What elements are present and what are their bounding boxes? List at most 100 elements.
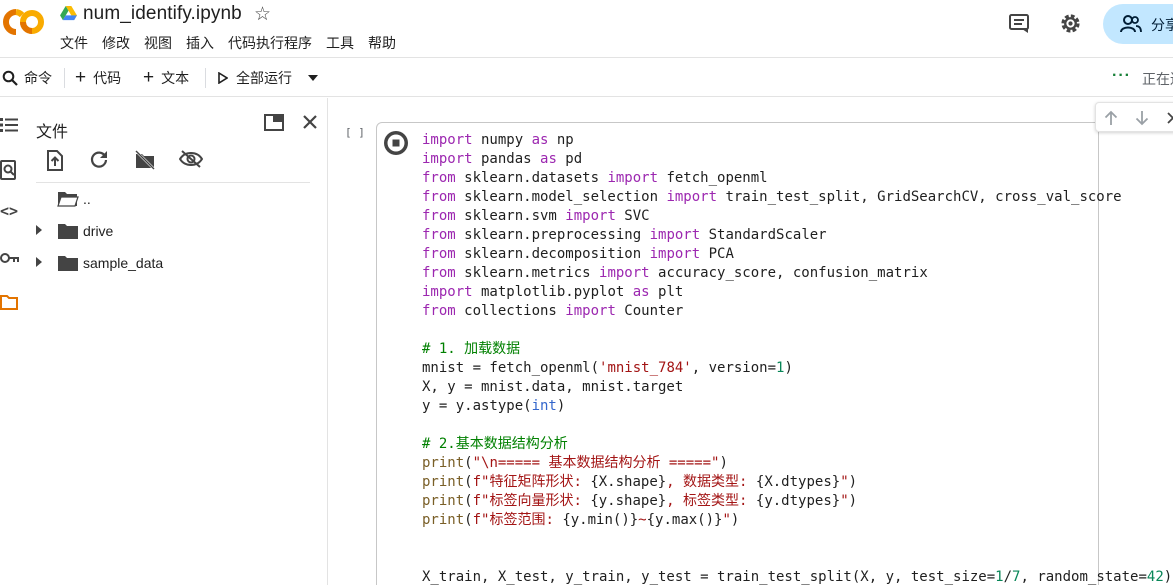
code-token: import bbox=[649, 227, 701, 243]
code-token: ) bbox=[784, 360, 793, 376]
command-palette-button[interactable]: 命令 bbox=[2, 68, 52, 88]
refresh-icon[interactable] bbox=[90, 150, 109, 169]
code-token: from bbox=[422, 189, 456, 205]
code-line[interactable]: import matplotlib.pyplot as plt bbox=[422, 283, 1172, 302]
table-of-contents-icon[interactable] bbox=[0, 117, 18, 133]
notebook-area: [ ] import numpy as np import pandas as p… bbox=[329, 98, 1173, 585]
code-line[interactable] bbox=[422, 530, 1172, 549]
code-line[interactable]: # 1. 加载数据 bbox=[422, 340, 1172, 359]
folder-open-icon bbox=[57, 192, 79, 207]
menu-file[interactable]: 文件 bbox=[58, 33, 95, 53]
code-line[interactable]: from sklearn.datasets import fetch_openm… bbox=[422, 169, 1172, 188]
code-token: " bbox=[840, 493, 849, 509]
cell-actions-icon[interactable] bbox=[1166, 110, 1173, 126]
close-icon[interactable] bbox=[302, 114, 318, 130]
code-token: {y.shape} bbox=[590, 493, 667, 509]
open-in-tab-icon[interactable] bbox=[264, 114, 284, 131]
find-replace-icon[interactable] bbox=[0, 160, 18, 180]
tree-item-parent[interactable]: .. bbox=[24, 186, 324, 212]
code-token: plt bbox=[649, 284, 684, 300]
code-line[interactable]: y = y.astype(int) bbox=[422, 397, 1172, 416]
menu-help[interactable]: 帮助 bbox=[366, 33, 403, 53]
code-line[interactable]: X, y = mnist.data, mnist.target bbox=[422, 378, 1172, 397]
code-token: X, y = mnist.data, mnist.target bbox=[422, 379, 684, 395]
code-token: pandas bbox=[472, 151, 541, 167]
code-line[interactable] bbox=[422, 321, 1172, 340]
google-drive-icon[interactable] bbox=[60, 6, 77, 21]
star-icon[interactable]: ☆ bbox=[254, 3, 271, 26]
code-token: from bbox=[422, 208, 456, 224]
code-line[interactable]: print("\n===== 基本数据结构分析 =====") bbox=[422, 454, 1172, 473]
share-button[interactable]: 分享 bbox=[1103, 4, 1173, 44]
code-line[interactable]: from sklearn.model_selection import trai… bbox=[422, 188, 1172, 207]
code-token: "\n===== 基本数据结构分析 =====" bbox=[472, 455, 720, 471]
code-line[interactable]: import pandas as pd bbox=[422, 150, 1172, 169]
settings-gear-icon[interactable] bbox=[1059, 12, 1082, 35]
code-line[interactable]: from sklearn.metrics import accuracy_sco… bbox=[422, 264, 1172, 283]
run-all-dropdown-icon[interactable] bbox=[308, 75, 318, 81]
code-token: sklearn.decomposition bbox=[455, 246, 650, 262]
add-code-button[interactable]: + 代码 bbox=[75, 68, 121, 88]
run-cell-button[interactable] bbox=[382, 129, 410, 157]
code-snippets-icon[interactable]: <> bbox=[0, 202, 18, 220]
app-header: num_identify.ipynb ☆ 文件 修改 视图 插入 代码执行程序 … bbox=[0, 0, 1173, 57]
move-cell-down-icon[interactable] bbox=[1135, 110, 1149, 126]
tree-item-label: sample_data bbox=[83, 255, 164, 271]
code-line[interactable]: from sklearn.decomposition import PCA bbox=[422, 245, 1172, 264]
code-token: PCA bbox=[700, 246, 734, 262]
menu-runtime[interactable]: 代码执行程序 bbox=[226, 33, 319, 53]
move-cell-up-icon[interactable] bbox=[1104, 110, 1118, 126]
code-token: from bbox=[422, 246, 456, 262]
menu-view[interactable]: 视图 bbox=[142, 33, 179, 53]
more-options-icon[interactable]: ··· bbox=[1112, 67, 1131, 85]
expand-arrow-icon[interactable] bbox=[36, 225, 42, 235]
connection-status[interactable]: 正在连接 bbox=[1142, 69, 1173, 89]
files-folder-icon[interactable] bbox=[0, 294, 18, 310]
code-token: , version= bbox=[691, 360, 777, 376]
code-token: as bbox=[540, 151, 557, 167]
code-line[interactable] bbox=[422, 416, 1172, 435]
add-text-button[interactable]: + 文本 bbox=[143, 68, 189, 88]
plus-icon: + bbox=[75, 67, 87, 88]
hide-files-icon[interactable] bbox=[179, 150, 203, 168]
code-token: ) bbox=[1163, 569, 1173, 585]
code-line[interactable]: print(f"标签向量形状: {y.shape}, 标签类型: {y.dtyp… bbox=[422, 492, 1172, 511]
code-line[interactable]: print(f"特征矩阵形状: {X.shape}, 数据类型: {X.dtyp… bbox=[422, 473, 1172, 492]
code-line[interactable]: mnist = fetch_openml('mnist_784', versio… bbox=[422, 359, 1172, 378]
code-token: 'mnist_784' bbox=[599, 360, 692, 376]
code-token: f"标签范围: bbox=[472, 512, 563, 528]
secrets-key-icon[interactable] bbox=[0, 251, 20, 265]
code-line[interactable]: from sklearn.preprocessing import Standa… bbox=[422, 226, 1172, 245]
code-line[interactable]: X_train, X_test, y_train, y_test = train… bbox=[422, 568, 1172, 585]
upload-file-icon[interactable] bbox=[46, 150, 64, 171]
code-editor[interactable]: import numpy as np import pandas as pd fro… bbox=[422, 131, 1172, 585]
unmount-drive-icon[interactable] bbox=[134, 150, 156, 170]
code-line[interactable]: print(f"标签范围: {y.min()}~{y.max()}") bbox=[422, 511, 1172, 530]
notebook-title[interactable]: num_identify.ipynb bbox=[83, 3, 242, 25]
code-token: print bbox=[422, 455, 465, 471]
run-all-button[interactable]: 全部运行 bbox=[218, 68, 292, 88]
comments-icon[interactable] bbox=[1008, 12, 1030, 34]
share-label: 分享 bbox=[1151, 17, 1173, 33]
code-token: accuracy_score, confusion_matrix bbox=[649, 265, 928, 281]
tree-item-label: drive bbox=[83, 223, 114, 239]
code-token: f"标签向量形状: bbox=[472, 493, 591, 509]
tree-item-drive[interactable]: drive bbox=[24, 218, 324, 244]
menu-insert[interactable]: 插入 bbox=[184, 33, 221, 53]
code-line[interactable] bbox=[422, 549, 1172, 568]
menu-tools[interactable]: 工具 bbox=[324, 33, 361, 53]
code-token: train_test_split, GridSearchCV, cross_va… bbox=[717, 189, 1122, 205]
code-token: fetch_openml bbox=[658, 170, 768, 186]
code-line[interactable]: # 2.基本数据结构分析 bbox=[422, 435, 1172, 454]
menu-edit[interactable]: 修改 bbox=[100, 33, 137, 53]
code-line[interactable]: from sklearn.svm import SVC bbox=[422, 207, 1172, 226]
tree-item-sample-data[interactable]: sample_data bbox=[24, 250, 324, 276]
side-rail: <> bbox=[0, 98, 24, 585]
colab-logo[interactable] bbox=[2, 8, 44, 36]
code-token: 42 bbox=[1146, 569, 1164, 585]
code-line[interactable]: import numpy as np bbox=[422, 131, 1172, 150]
code-token: int bbox=[531, 398, 557, 414]
expand-arrow-icon[interactable] bbox=[36, 257, 42, 267]
code-token: ( bbox=[464, 455, 473, 471]
code-line[interactable]: from collections import Counter bbox=[422, 302, 1172, 321]
